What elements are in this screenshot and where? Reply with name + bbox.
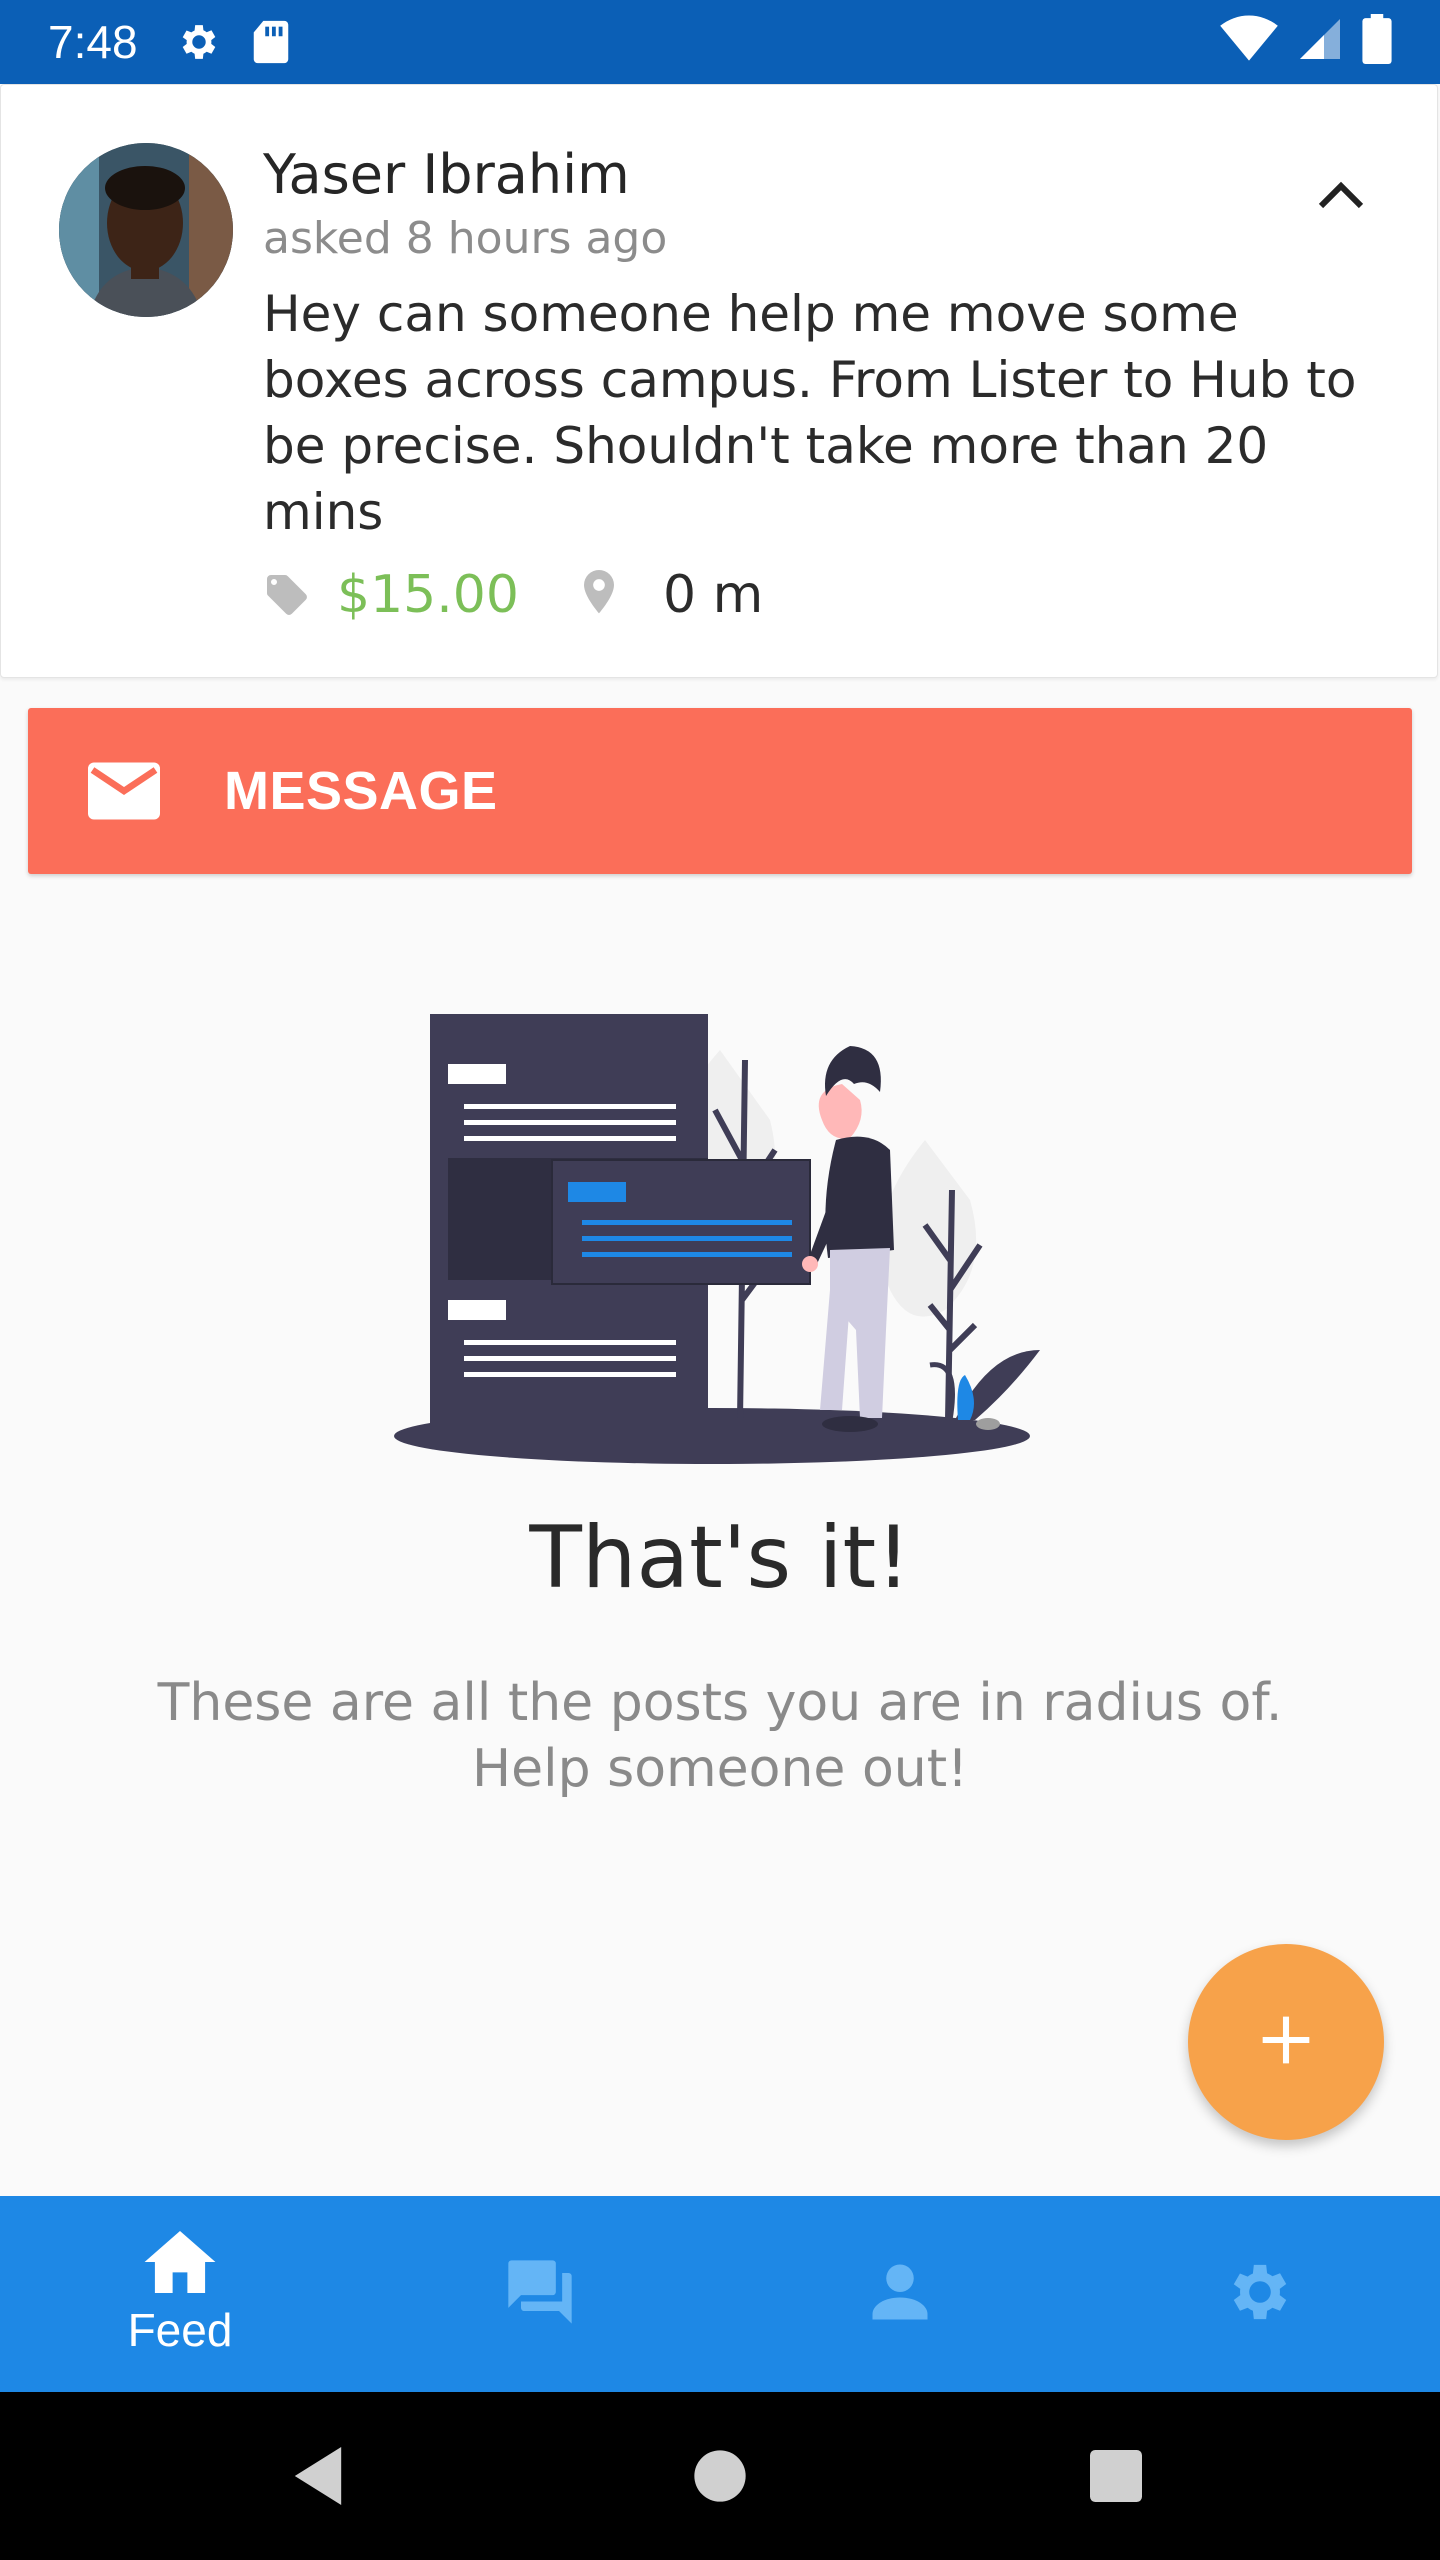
home-circle-icon[interactable] [680, 2436, 760, 2516]
chat-icon [502, 2254, 578, 2334]
chevron-up-icon[interactable] [1301, 155, 1381, 235]
location-pin-icon [579, 569, 623, 621]
gear-icon [174, 17, 224, 67]
signal-icon [1296, 15, 1344, 67]
author-name: Yaser Ibrahim [263, 143, 630, 206]
settings-icon [1223, 2255, 1297, 2333]
empty-state-subtitle: These are all the posts you are in radiu… [157, 1673, 1283, 1799]
home-icon [144, 2231, 216, 2297]
post-meta: $15.00 0 m [263, 557, 763, 633]
message-button[interactable]: MESSAGE [28, 708, 1412, 874]
empty-state-title: That's it! [529, 1508, 911, 1608]
recents-icon[interactable] [1076, 2436, 1156, 2516]
nav-item-feed[interactable]: Feed [0, 2196, 360, 2392]
price: $15.00 [337, 565, 519, 625]
mail-icon [88, 762, 160, 820]
system-navigation-bar [0, 2392, 1440, 2560]
battery-icon [1362, 14, 1392, 68]
sd-card-icon [246, 17, 296, 67]
nav-item-settings[interactable] [1080, 2196, 1440, 2392]
nav-item-profile[interactable] [720, 2196, 1080, 2392]
status-bar: 7:48 [0, 0, 1440, 84]
plus-icon [1258, 2012, 1314, 2072]
wifi-icon [1220, 15, 1278, 67]
post-time: asked 8 hours ago [263, 213, 668, 264]
add-post-button[interactable] [1188, 1944, 1384, 2140]
empty-state-illustration [390, 1000, 1050, 1470]
bottom-navigation: Feed [0, 2196, 1440, 2392]
tag-icon [263, 571, 311, 619]
back-icon[interactable] [278, 2436, 358, 2516]
message-label: MESSAGE [224, 761, 498, 821]
nav-item-messages[interactable] [360, 2196, 720, 2392]
person-icon [867, 2259, 933, 2329]
post-card[interactable]: Yaser Ibrahim asked 8 hours ago Hey can … [0, 84, 1438, 678]
distance: 0 m [662, 565, 764, 625]
post-body: Hey can someone help me move some boxes … [263, 285, 1357, 541]
avatar[interactable] [59, 143, 233, 317]
nav-label-feed: Feed [127, 2304, 233, 2356]
status-time: 7:48 [48, 16, 138, 68]
